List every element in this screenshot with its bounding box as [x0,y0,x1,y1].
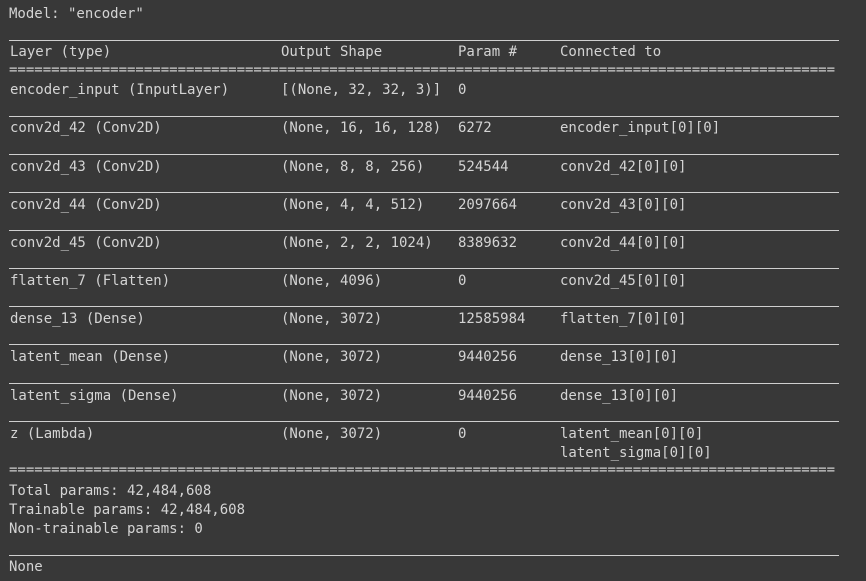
row-connected-to: conv2d_42[0][0] [560,159,687,175]
row-output-shape: (None, 3072) [281,349,383,365]
row-param-count: 0 [458,426,467,442]
row-output-shape: (None, 16, 16, 128) [281,120,442,136]
row-param-count: 2097664 [458,197,518,213]
row-connected-to: conv2d_43[0][0] [560,197,687,213]
row-layer: conv2d_44 (Conv2D) [10,197,162,213]
row-divider [9,154,839,155]
trainable-params: Trainable params: 42,484,608 [9,502,246,518]
row-output-shape: (None, 8, 8, 256) [281,159,425,175]
row-output-shape: (None, 4096) [281,273,383,289]
row-divider [9,344,839,345]
row-divider [9,116,839,117]
header-param-count: Param # [458,44,518,60]
row-divider [9,230,839,231]
row-output-shape: [(None, 32, 32, 3)] [281,82,442,98]
summary-bottom-rule [9,555,839,556]
row-layer: latent_mean (Dense) [10,349,171,365]
row-output-shape: (None, 4, 4, 512) [281,197,425,213]
row-connected-to: flatten_7[0][0] [560,311,687,327]
row-param-count: 12585984 [458,311,526,327]
row-output-shape: (None, 3072) [281,426,383,442]
row-connected-to: latent_mean[0][0] [560,426,704,442]
row-connected-to: conv2d_45[0][0] [560,273,687,289]
row-param-count: 6272 [458,120,492,136]
row-connected-to: dense_13[0][0] [560,349,679,365]
header-output-shape: Output Shape [281,44,383,60]
header-top-rule [9,40,839,41]
row-layer: flatten_7 (Flatten) [10,273,171,289]
row-layer: conv2d_43 (Conv2D) [10,159,162,175]
row-connected-to: conv2d_44[0][0] [560,235,687,251]
row-layer: latent_sigma (Dense) [10,388,179,404]
row-connected-to: dense_13[0][0] [560,388,679,404]
row-layer: z (Lambda) [10,426,95,442]
non-trainable-params: Non-trainable params: 0 [9,521,203,537]
header-connected-to: Connected to [560,44,662,60]
row-layer: conv2d_42 (Conv2D) [10,120,162,136]
row-param-count: 0 [458,273,467,289]
model-title: Model: "encoder" [9,6,144,22]
row-param-count: 9440256 [458,349,518,365]
row-output-shape: (None, 2, 2, 1024) [281,235,433,251]
row-param-count: 0 [458,82,467,98]
row-layer: conv2d_45 (Conv2D) [10,235,162,251]
row-divider [9,192,839,193]
row-output-shape: (None, 3072) [281,311,383,327]
header-layer-type: Layer (type) [10,44,112,60]
row-divider [9,306,839,307]
footer-double-rule: ========================================… [9,466,839,472]
row-param-count: 524544 [458,159,509,175]
row-divider [9,383,839,384]
row-layer: dense_13 (Dense) [10,311,145,327]
row-layer: encoder_input (InputLayer) [10,82,230,98]
row-divider [9,421,839,422]
row-param-count: 9440256 [458,388,518,404]
total-params: Total params: 42,484,608 [9,483,212,499]
return-value: None [9,559,43,575]
row-divider [9,268,839,269]
row-connected-to-secondary: latent_sigma[0][0] [560,445,712,461]
row-connected-to: encoder_input[0][0] [560,120,721,136]
row-output-shape: (None, 3072) [281,388,383,404]
row-param-count: 8389632 [458,235,518,251]
header-double-rule: ========================================… [9,66,839,72]
